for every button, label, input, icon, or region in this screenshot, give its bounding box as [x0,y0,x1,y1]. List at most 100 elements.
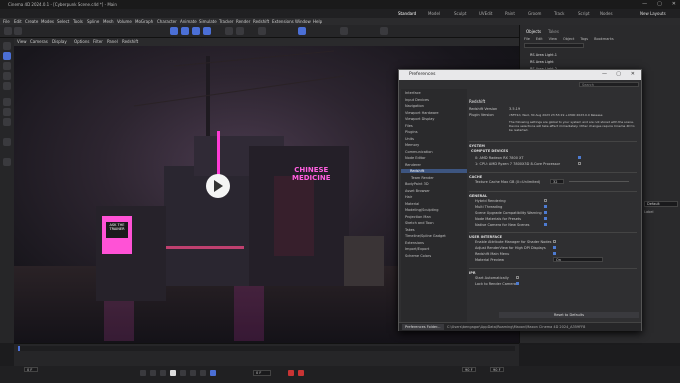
cube-icon[interactable] [258,27,266,35]
redo-icon[interactable] [14,27,22,35]
high-dpi-checkbox[interactable] [553,246,556,249]
menu-extensions[interactable]: Extensions [272,19,294,24]
move-tool-icon[interactable] [181,27,189,35]
layout-sculpt[interactable]: Sculpt [454,11,467,16]
menu-modes[interactable]: Modes [41,19,54,24]
tree-item[interactable]: Node Editor [405,156,426,160]
menu-mograph[interactable]: MoGraph [135,19,153,24]
next-frame-icon[interactable] [180,370,186,376]
viewport-menu-display[interactable]: Display [52,39,67,44]
points-mode-icon[interactable] [3,98,11,106]
tab-takes[interactable]: Takes [548,29,559,34]
hybrid-rendering-checkbox[interactable] [544,199,547,202]
menu-select[interactable]: Select [57,19,69,24]
device-0-checkbox[interactable] [578,156,581,159]
menu-window[interactable]: Window [295,19,311,24]
cache-slider[interactable] [569,181,629,182]
new-layouts-button[interactable]: New Layouts [640,11,666,16]
live-selection-icon[interactable] [3,52,11,60]
move-icon[interactable] [3,62,11,70]
end-frame-input[interactable]: 90 F [462,367,476,372]
tree-item[interactable]: Files [405,124,413,128]
tree-item[interactable]: Takes [405,228,415,232]
render-icon[interactable] [236,27,244,35]
polygons-mode-icon[interactable] [3,118,11,126]
layout-model[interactable]: Model [428,11,440,16]
section-system[interactable]: SYSTEM [469,141,637,148]
tree-item[interactable]: Viewport Hardware [405,111,439,115]
start-automatically-checkbox[interactable] [516,276,519,279]
object-item[interactable]: RS Area Light [530,60,554,64]
edges-mode-icon[interactable] [3,108,11,116]
light-icon[interactable] [340,27,348,35]
tree-item[interactable]: Memory [405,143,419,147]
menu-mesh[interactable]: Mesh [103,19,114,24]
om-menu-object[interactable]: Object [563,37,574,41]
menu-render[interactable]: Render [236,19,250,24]
timeline-ruler[interactable] [18,346,515,351]
model-mode-icon[interactable] [3,42,11,50]
tree-item[interactable]: Sketch and Toon [405,221,434,225]
viewport-menu-panel[interactable]: Panel [107,39,118,44]
menu-character[interactable]: Character [157,19,177,24]
layout-nodes[interactable]: Nodes [600,11,613,16]
layout-uvedit[interactable]: UVEdit [479,11,492,16]
cache-input[interactable]: 32 [550,179,564,184]
tree-item[interactable]: Modeling/Sculpting [405,208,438,212]
section-cache[interactable]: CACHE [469,172,637,179]
tree-item[interactable]: Renderer [405,163,421,167]
maximize-icon[interactable]: ▢ [616,71,621,77]
viewport-menu-redshift[interactable]: Redshift [122,39,138,44]
tree-item[interactable]: Plugins [405,130,418,134]
section-ipr[interactable]: IPR [469,268,637,275]
play-icon[interactable] [170,370,176,376]
render-view-icon[interactable] [225,27,233,35]
tree-item[interactable]: Extensions [405,241,424,245]
tree-item[interactable]: Material [405,202,419,206]
prev-key-icon[interactable] [150,370,156,376]
record-icon[interactable] [288,370,294,376]
menu-spline[interactable]: Spline [87,19,99,24]
tree-item[interactable]: Interface [405,91,421,95]
tree-item[interactable]: Import/Export [405,247,429,251]
tree-item[interactable]: Timeline/Spline Gadget [405,234,446,238]
menu-simulate[interactable]: Simulate [199,19,217,24]
close-icon[interactable]: ✕ [631,71,635,77]
next-key-icon[interactable] [190,370,196,376]
snap-icon[interactable] [298,27,306,35]
tree-item[interactable]: Projection Man [405,215,431,219]
section-user-interface[interactable]: USER INTERFACE [469,232,637,239]
minimize-icon[interactable]: — [602,71,607,77]
menu-redshift[interactable]: Redshift [253,19,269,24]
loop-icon[interactable] [210,370,216,376]
native-camera-checkbox[interactable] [544,223,547,226]
select-tool-icon[interactable] [170,27,178,35]
autokey-icon[interactable] [298,370,304,376]
axis-icon[interactable] [3,138,11,146]
om-menu-file[interactable]: File [524,37,530,41]
material-preview-select[interactable]: On [553,257,603,262]
minimize-icon[interactable]: — [642,1,647,7]
prev-frame-icon[interactable] [160,370,166,376]
tab-objects[interactable]: Objects [526,29,541,34]
layout-paint[interactable]: Paint [505,11,515,16]
layout-groom[interactable]: Groom [528,11,541,16]
device-1-checkbox[interactable] [578,162,581,165]
om-search-input[interactable] [524,43,584,48]
attribute-manager-checkbox[interactable] [553,240,556,243]
layout-standard[interactable]: Standard [398,11,416,16]
current-frame-input[interactable]: 0 F [253,370,271,376]
preferences-search-input[interactable]: Search [579,82,639,87]
object-item[interactable]: RS Area Light.1 [530,53,557,57]
layout-script[interactable]: Script [578,11,590,16]
node-materials-checkbox[interactable] [544,217,547,220]
tree-item-redshift[interactable]: Redshift [401,169,467,173]
tree-item[interactable]: BodyPaint 3D [405,182,429,186]
tree-item[interactable]: Scheme Colors [405,254,431,258]
layout-track[interactable]: Track [554,11,564,16]
lock-camera-checkbox[interactable] [516,282,519,285]
maximize-icon[interactable]: ▢ [657,1,662,7]
om-menu-bookmarks[interactable]: Bookmarks [594,37,614,41]
scale-tool-icon[interactable] [192,27,200,35]
tree-item[interactable]: Team Render [411,176,434,180]
